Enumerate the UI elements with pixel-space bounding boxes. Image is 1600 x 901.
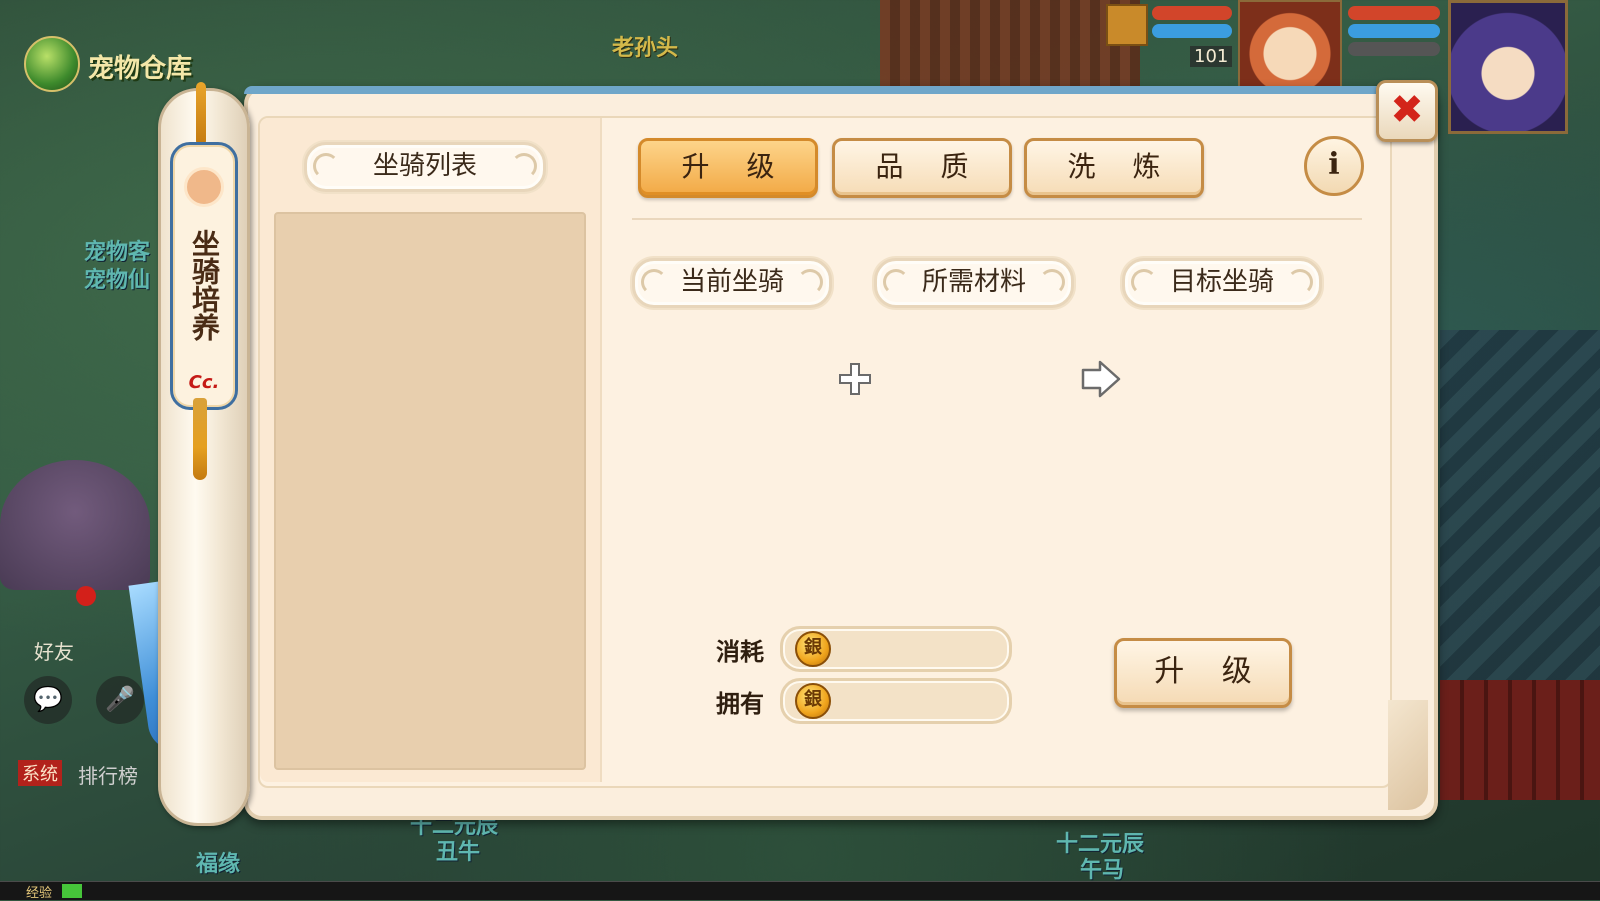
player-mp-bar: [1348, 24, 1440, 38]
plus-icon: [839, 363, 871, 395]
info-button[interactable]: i: [1304, 136, 1364, 196]
chat-bubble-icon[interactable]: 💬: [24, 676, 72, 724]
pet-storage-label[interactable]: 宠物仓库: [88, 48, 192, 85]
microphone-icon[interactable]: 🎤: [96, 676, 144, 724]
tab-mount-training-label: 坐骑培养: [188, 229, 221, 341]
armor-icon[interactable]: [1106, 4, 1148, 46]
panel-top-strip: [244, 86, 1430, 94]
system-channel-tag: 系统: [18, 760, 62, 786]
tab-mount-training[interactable]: 坐骑培养 Cc.: [170, 142, 238, 410]
npc-label-ox[interactable]: 丑牛: [436, 834, 480, 866]
page-curl-decoration: [1388, 700, 1428, 810]
coin-icon: 銀: [795, 683, 831, 719]
pet-portrait[interactable]: [1238, 0, 1342, 90]
upgrade-button[interactable]: 升 级: [1114, 638, 1292, 708]
tassel-bottom-decoration: [193, 398, 207, 480]
ranking-message[interactable]: 排行榜: [78, 760, 138, 789]
arrow-right-icon: [1081, 360, 1121, 398]
logo-mark: Cc.: [188, 372, 220, 393]
scene-tent: [0, 460, 150, 590]
coin-icon: 銀: [795, 631, 831, 667]
tab-divider: [632, 218, 1362, 220]
own-field: 銀: [780, 678, 1012, 724]
tassel-top-decoration: [196, 82, 206, 146]
pet-storage-icon[interactable]: [24, 36, 80, 92]
current-mount-title: 当前坐骑: [632, 258, 832, 308]
experience-bar: 经验: [0, 881, 1600, 901]
notification-dot: [76, 586, 96, 606]
friend-label[interactable]: 好友: [34, 636, 74, 665]
pet-level: 101: [1190, 46, 1233, 67]
scene-wall: [1440, 680, 1600, 800]
own-label: 拥有: [716, 690, 764, 718]
mount-list[interactable]: [274, 212, 586, 770]
npc-label-pet-2[interactable]: 宠物仙: [84, 262, 150, 294]
consume-label: 消耗: [716, 638, 764, 666]
target-mount-title: 目标坐骑: [1122, 258, 1322, 308]
consume-field: 銀: [780, 626, 1012, 672]
npc-name-laosuntou[interactable]: 老孙头: [612, 30, 678, 62]
tab-upgrade[interactable]: 升 级: [638, 138, 818, 198]
npc-label-fuyuan[interactable]: 福缘: [196, 846, 240, 878]
close-icon: ✖: [1390, 87, 1424, 133]
tab-refine[interactable]: 洗 炼: [1024, 138, 1204, 198]
pet-mp-bar: [1152, 24, 1232, 38]
experience-label: 经验: [26, 886, 53, 901]
player-hp-bar: [1348, 6, 1440, 20]
mount-list-title: 坐骑列表: [304, 142, 546, 192]
pet-hp-bar: [1152, 6, 1232, 20]
player-sp-bar: [1348, 42, 1440, 56]
tab-quality[interactable]: 品 质: [832, 138, 1012, 198]
required-material-title: 所需材料: [874, 258, 1074, 308]
npc-label-horse[interactable]: 午马: [1080, 852, 1124, 884]
experience-fill: [62, 884, 82, 898]
close-button[interactable]: ✖: [1376, 80, 1438, 142]
swirl-icon: [184, 167, 224, 207]
player-portrait[interactable]: [1448, 0, 1568, 134]
